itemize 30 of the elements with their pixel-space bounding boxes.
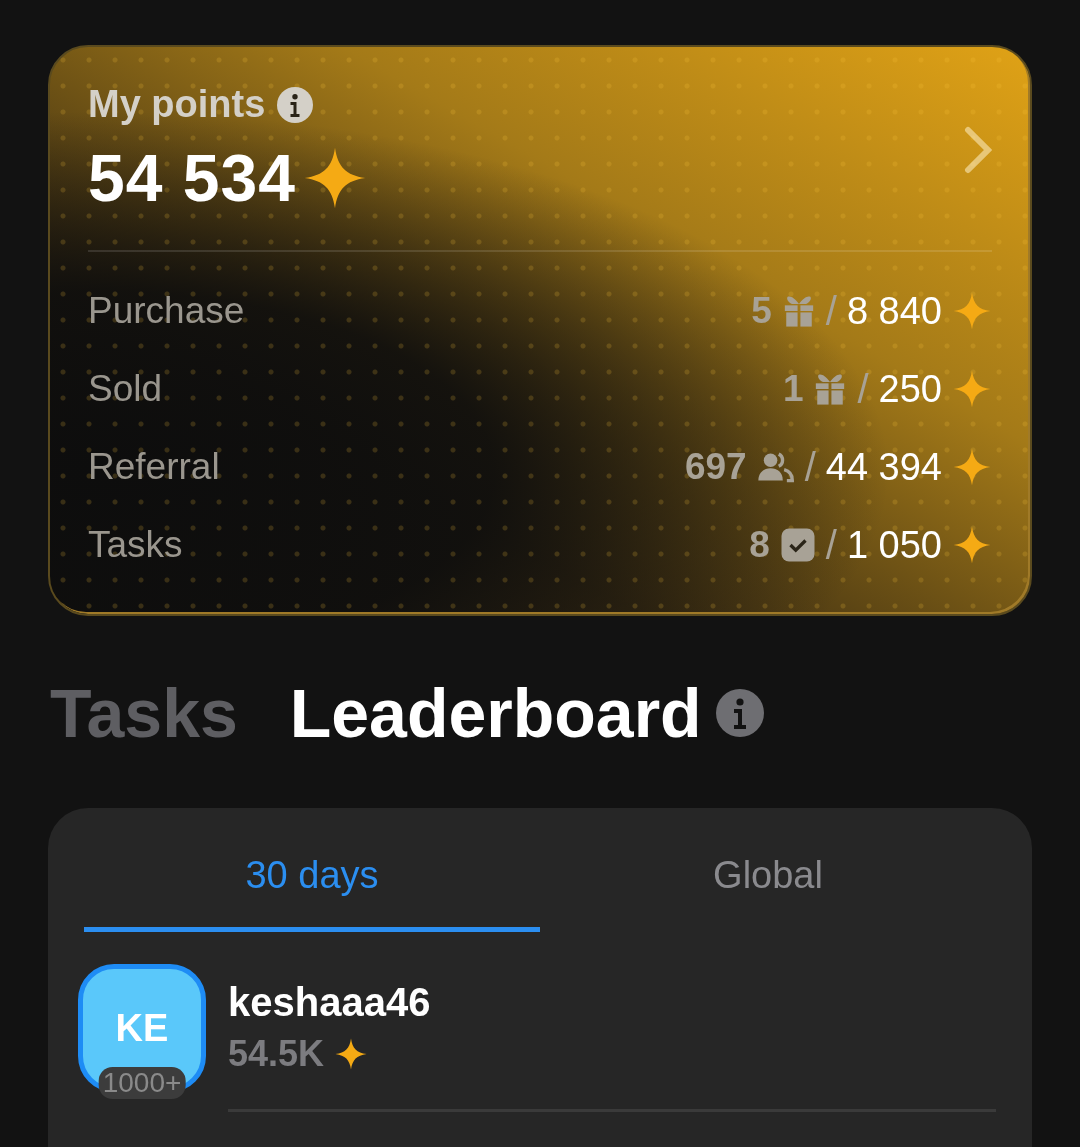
stat-label: Sold [88,368,163,410]
stat-points: 8 840 [846,289,942,333]
stat-points: 250 [878,367,942,411]
checkbox-icon [779,527,816,563]
people-icon [756,450,795,484]
separator-slash: / [857,366,869,412]
stat-count: 5 [751,290,772,332]
points-card[interactable]: My points 54 534 Purchase 5 / 8 840 Sold 1 / 250 Referral 697 / 44 394 Tasks 8 / 1 050 [48,45,1032,616]
stat-count: 8 [749,524,770,566]
separator-slash: / [825,522,837,568]
user-score: 54.5K [228,1033,325,1075]
separator-slash: / [804,444,816,490]
stat-points: 1 050 [846,523,942,567]
rank-badge: 1000+ [98,1067,186,1099]
separator-slash: / [825,288,837,334]
stat-label: Referral [88,446,220,488]
user-name: keshaaa46 [228,980,432,1025]
points-total: 54 534 [88,140,296,216]
section-tab[interactable]: Tasks [50,674,238,752]
avatar-initials: KE [115,1006,169,1050]
period-tab[interactable]: 30 days [84,848,540,932]
info-icon[interactable] [277,86,314,123]
section-tab[interactable]: Leaderboard [289,674,702,752]
stat-label: Tasks [88,524,183,566]
stat-label: Purchase [88,290,245,332]
stat-points: 44 394 [825,445,942,489]
period-tab[interactable]: Global [540,848,996,932]
stat-count: 1 [782,368,804,410]
card-title: My points [88,83,266,126]
stat-count: 697 [684,446,747,488]
